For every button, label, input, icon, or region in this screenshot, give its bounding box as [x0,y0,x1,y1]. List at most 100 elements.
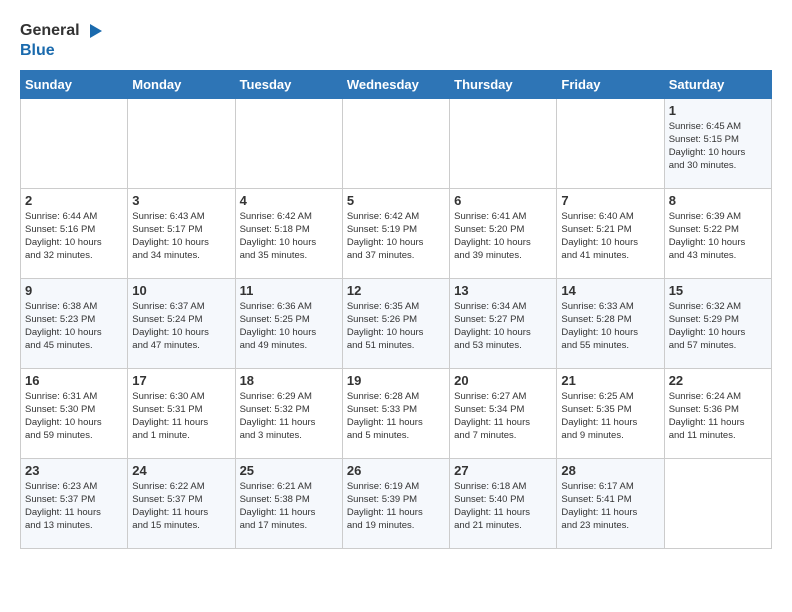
day-number: 10 [132,283,230,298]
day-info: Sunrise: 6:29 AM Sunset: 5:32 PM Dayligh… [240,390,338,443]
calendar-cell: 20 Sunrise: 6:27 AM Sunset: 5:34 PM Dayli… [450,368,557,458]
calendar-cell: 4 Sunrise: 6:42 AM Sunset: 5:18 PM Daylig… [235,188,342,278]
day-number: 9 [25,283,123,298]
calendar-cell: 16 Sunrise: 6:31 AM Sunset: 5:30 PM Dayli… [21,368,128,458]
calendar-cell: 25 Sunrise: 6:21 AM Sunset: 5:38 PM Dayli… [235,458,342,548]
calendar-cell: 2 Sunrise: 6:44 AM Sunset: 5:16 PM Daylig… [21,188,128,278]
header-thursday: Thursday [450,70,557,98]
day-info: Sunrise: 6:25 AM Sunset: 5:35 PM Dayligh… [561,390,659,443]
day-info: Sunrise: 6:21 AM Sunset: 5:38 PM Dayligh… [240,480,338,533]
day-number: 16 [25,373,123,388]
day-info: Sunrise: 6:43 AM Sunset: 5:17 PM Dayligh… [132,210,230,263]
day-number: 13 [454,283,552,298]
day-info: Sunrise: 6:27 AM Sunset: 5:34 PM Dayligh… [454,390,552,443]
day-number: 15 [669,283,767,298]
day-number: 23 [25,463,123,478]
calendar-cell: 26 Sunrise: 6:19 AM Sunset: 5:39 PM Dayli… [342,458,449,548]
day-info: Sunrise: 6:44 AM Sunset: 5:16 PM Dayligh… [25,210,123,263]
day-number: 8 [669,193,767,208]
day-info: Sunrise: 6:32 AM Sunset: 5:29 PM Dayligh… [669,300,767,353]
logo-general: General [20,22,80,40]
day-number: 25 [240,463,338,478]
calendar-cell: 3 Sunrise: 6:43 AM Sunset: 5:17 PM Daylig… [128,188,235,278]
day-number: 26 [347,463,445,478]
calendar-week-1: 1Sunrise: 6:45 AM Sunset: 5:15 PM Daylig… [21,98,772,188]
page-header: General Blue [20,20,772,60]
calendar-cell: 17 Sunrise: 6:30 AM Sunset: 5:31 PM Dayli… [128,368,235,458]
day-number: 22 [669,373,767,388]
day-number: 11 [240,283,338,298]
day-info: Sunrise: 6:18 AM Sunset: 5:40 PM Dayligh… [454,480,552,533]
calendar-cell: 23 Sunrise: 6:23 AM Sunset: 5:37 PM Dayli… [21,458,128,548]
day-info: Sunrise: 6:42 AM Sunset: 5:18 PM Dayligh… [240,210,338,263]
calendar-cell: 1Sunrise: 6:45 AM Sunset: 5:15 PM Daylig… [664,98,771,188]
calendar-cell: 10 Sunrise: 6:37 AM Sunset: 5:24 PM Dayli… [128,278,235,368]
day-number: 19 [347,373,445,388]
calendar-week-2: 2 Sunrise: 6:44 AM Sunset: 5:16 PM Daylig… [21,188,772,278]
logo-arrow-icon [82,20,104,42]
logo-blue: Blue [20,42,55,60]
day-number: 18 [240,373,338,388]
calendar-header-row: SundayMondayTuesdayWednesdayThursdayFrid… [21,70,772,98]
calendar-week-4: 16 Sunrise: 6:31 AM Sunset: 5:30 PM Dayli… [21,368,772,458]
calendar-cell: 14 Sunrise: 6:33 AM Sunset: 5:28 PM Dayli… [557,278,664,368]
day-number: 4 [240,193,338,208]
day-number: 3 [132,193,230,208]
day-info: Sunrise: 6:19 AM Sunset: 5:39 PM Dayligh… [347,480,445,533]
day-info: Sunrise: 6:23 AM Sunset: 5:37 PM Dayligh… [25,480,123,533]
calendar-week-5: 23 Sunrise: 6:23 AM Sunset: 5:37 PM Dayli… [21,458,772,548]
header-monday: Monday [128,70,235,98]
calendar-cell: 27 Sunrise: 6:18 AM Sunset: 5:40 PM Dayli… [450,458,557,548]
calendar-cell [235,98,342,188]
calendar-cell [21,98,128,188]
calendar-table: SundayMondayTuesdayWednesdayThursdayFrid… [20,70,772,549]
calendar-cell: 13 Sunrise: 6:34 AM Sunset: 5:27 PM Dayli… [450,278,557,368]
header-wednesday: Wednesday [342,70,449,98]
calendar-cell: 19 Sunrise: 6:28 AM Sunset: 5:33 PM Dayli… [342,368,449,458]
day-number: 12 [347,283,445,298]
day-number: 27 [454,463,552,478]
calendar-cell: 7Sunrise: 6:40 AM Sunset: 5:21 PM Daylig… [557,188,664,278]
calendar-week-3: 9Sunrise: 6:38 AM Sunset: 5:23 PM Daylig… [21,278,772,368]
day-info: Sunrise: 6:45 AM Sunset: 5:15 PM Dayligh… [669,120,767,173]
calendar-cell: 6Sunrise: 6:41 AM Sunset: 5:20 PM Daylig… [450,188,557,278]
calendar-cell [342,98,449,188]
day-info: Sunrise: 6:36 AM Sunset: 5:25 PM Dayligh… [240,300,338,353]
day-info: Sunrise: 6:28 AM Sunset: 5:33 PM Dayligh… [347,390,445,443]
day-number: 28 [561,463,659,478]
day-info: Sunrise: 6:39 AM Sunset: 5:22 PM Dayligh… [669,210,767,263]
day-info: Sunrise: 6:37 AM Sunset: 5:24 PM Dayligh… [132,300,230,353]
day-info: Sunrise: 6:17 AM Sunset: 5:41 PM Dayligh… [561,480,659,533]
day-number: 14 [561,283,659,298]
calendar-cell: 15 Sunrise: 6:32 AM Sunset: 5:29 PM Dayli… [664,278,771,368]
day-info: Sunrise: 6:33 AM Sunset: 5:28 PM Dayligh… [561,300,659,353]
day-number: 20 [454,373,552,388]
calendar-cell [128,98,235,188]
day-info: Sunrise: 6:35 AM Sunset: 5:26 PM Dayligh… [347,300,445,353]
day-info: Sunrise: 6:42 AM Sunset: 5:19 PM Dayligh… [347,210,445,263]
calendar-cell: 18 Sunrise: 6:29 AM Sunset: 5:32 PM Dayli… [235,368,342,458]
day-info: Sunrise: 6:30 AM Sunset: 5:31 PM Dayligh… [132,390,230,443]
day-info: Sunrise: 6:31 AM Sunset: 5:30 PM Dayligh… [25,390,123,443]
header-tuesday: Tuesday [235,70,342,98]
header-friday: Friday [557,70,664,98]
logo: General Blue [20,20,104,60]
header-sunday: Sunday [21,70,128,98]
calendar-cell: 28 Sunrise: 6:17 AM Sunset: 5:41 PM Dayli… [557,458,664,548]
logo-text: General Blue [20,20,104,60]
day-info: Sunrise: 6:22 AM Sunset: 5:37 PM Dayligh… [132,480,230,533]
calendar-cell: 5 Sunrise: 6:42 AM Sunset: 5:19 PM Daylig… [342,188,449,278]
calendar-cell: 12 Sunrise: 6:35 AM Sunset: 5:26 PM Dayli… [342,278,449,368]
calendar-cell: 21 Sunrise: 6:25 AM Sunset: 5:35 PM Dayli… [557,368,664,458]
calendar-cell: 24Sunrise: 6:22 AM Sunset: 5:37 PM Dayli… [128,458,235,548]
calendar-cell [557,98,664,188]
day-info: Sunrise: 6:34 AM Sunset: 5:27 PM Dayligh… [454,300,552,353]
day-number: 21 [561,373,659,388]
day-number: 5 [347,193,445,208]
day-number: 2 [25,193,123,208]
day-number: 17 [132,373,230,388]
day-info: Sunrise: 6:40 AM Sunset: 5:21 PM Dayligh… [561,210,659,263]
calendar-cell: 8 Sunrise: 6:39 AM Sunset: 5:22 PM Daylig… [664,188,771,278]
header-saturday: Saturday [664,70,771,98]
calendar-cell: 22Sunrise: 6:24 AM Sunset: 5:36 PM Dayli… [664,368,771,458]
